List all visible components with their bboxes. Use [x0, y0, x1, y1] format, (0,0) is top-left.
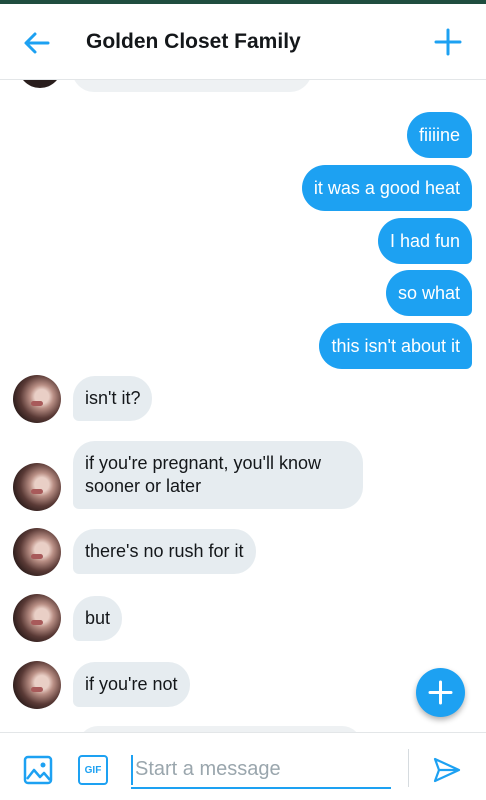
- message-bubble-outgoing[interactable]: fiiiine: [406, 112, 472, 158]
- text-cursor: [131, 755, 133, 785]
- message-bubble-outgoing[interactable]: it was a good heat: [301, 165, 472, 211]
- message-bubble-incoming[interactable]: but: [73, 596, 123, 641]
- add-image-button[interactable]: [23, 755, 53, 785]
- compose-fab-button[interactable]: [416, 668, 465, 717]
- avatar[interactable]: [13, 463, 61, 511]
- image-icon: [23, 755, 53, 785]
- avatar[interactable]: [13, 375, 61, 423]
- avatar[interactable]: [13, 594, 61, 642]
- send-button[interactable]: [432, 755, 462, 785]
- conversation-title: Golden Closet Family: [86, 30, 301, 53]
- message-bubble-outgoing[interactable]: I had fun: [377, 218, 472, 264]
- add-participant-button[interactable]: [432, 26, 464, 58]
- avatar: [18, 80, 62, 88]
- message-thread[interactable]: fiiiine it was a good heat I had fun so …: [0, 80, 486, 732]
- message-bubble-outgoing[interactable]: so what: [385, 270, 472, 316]
- message-input[interactable]: [131, 753, 391, 789]
- message-bubble-incoming[interactable]: isn't it?: [73, 376, 153, 421]
- message-bubble-incoming[interactable]: there's no rush for it: [73, 529, 256, 574]
- message-composer: GIF: [0, 732, 486, 800]
- avatar[interactable]: [13, 661, 61, 709]
- composer-divider: [408, 749, 409, 787]
- avatar[interactable]: [13, 528, 61, 576]
- add-gif-button[interactable]: GIF: [78, 755, 108, 785]
- message-bubble-partial: [72, 80, 312, 92]
- plus-icon: [434, 28, 462, 56]
- plus-icon: [428, 680, 453, 705]
- conversation-header: Golden Closet Family: [0, 4, 486, 80]
- arrow-left-icon: [24, 32, 50, 54]
- back-button[interactable]: [22, 28, 52, 58]
- message-bubble-incoming[interactable]: if you're pregnant, you'll know sooner o…: [73, 441, 363, 509]
- send-icon: [433, 757, 461, 783]
- message-bubble-incoming[interactable]: if you're not: [73, 662, 190, 707]
- message-bubble-outgoing[interactable]: this isn't about it: [319, 323, 472, 369]
